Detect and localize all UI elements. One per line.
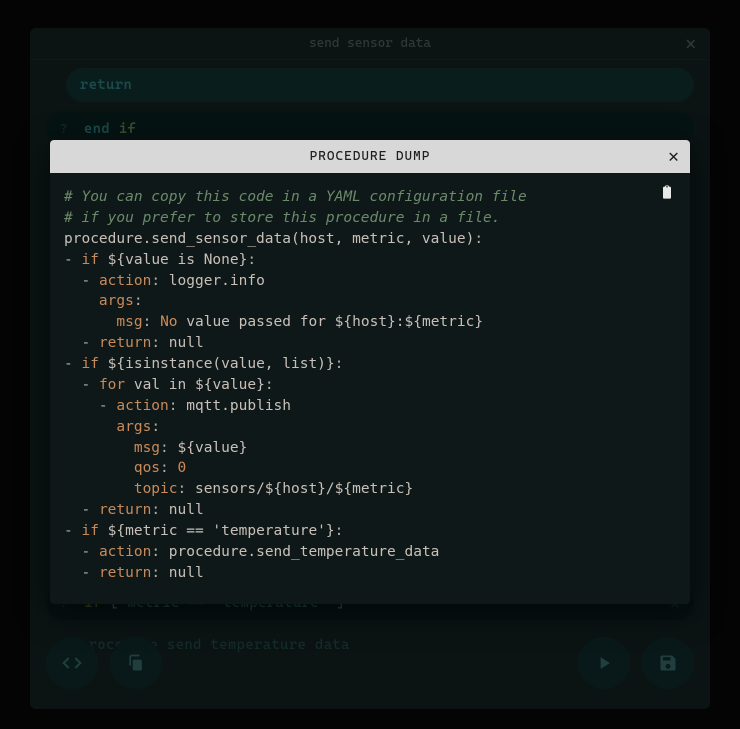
code-dump[interactable]: # You can copy this code in a YAML confi… — [64, 187, 676, 584]
modal-close-button[interactable]: ✕ — [668, 146, 680, 167]
clipboard-icon — [659, 183, 675, 201]
modal-header: PROCEDURE DUMP ✕ — [50, 140, 690, 173]
modal-body: # You can copy this code in a YAML confi… — [50, 173, 690, 604]
modal-title: PROCEDURE DUMP — [310, 149, 431, 164]
procedure-dump-modal: PROCEDURE DUMP ✕ # You can copy this cod… — [50, 140, 690, 604]
copy-code-button[interactable] — [656, 181, 678, 203]
